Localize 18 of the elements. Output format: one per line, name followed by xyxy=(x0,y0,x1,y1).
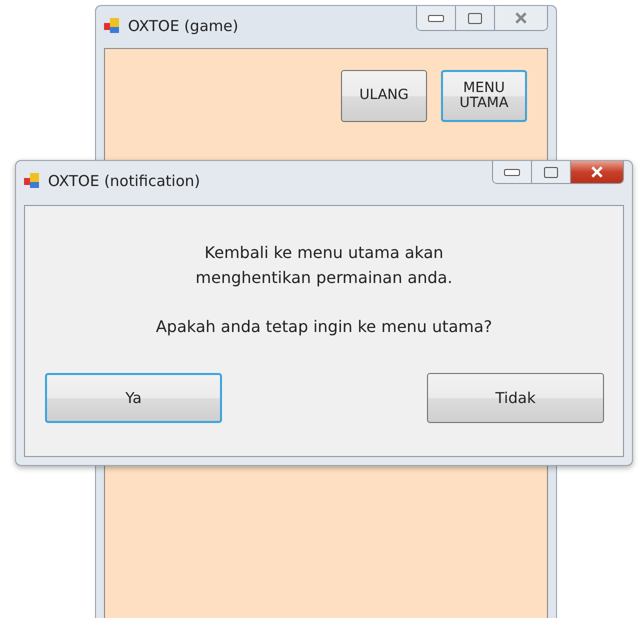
close-icon xyxy=(514,12,528,24)
button[interactable]: Tidak xyxy=(427,373,604,423)
close-button[interactable] xyxy=(571,161,623,183)
maximize-button[interactable] xyxy=(532,161,571,183)
button[interactable]: ULANG xyxy=(341,70,427,122)
minimize-button[interactable] xyxy=(493,161,532,183)
minimize-button[interactable] xyxy=(417,6,456,30)
window-title: OXTOE (notification) xyxy=(48,172,202,190)
button[interactable]: Ya xyxy=(45,373,222,423)
close-button[interactable] xyxy=(495,6,547,30)
app-icon xyxy=(104,18,120,34)
app-icon xyxy=(24,173,40,189)
button[interactable]: MENU UTAMA xyxy=(441,70,527,122)
message-text: Kembali ke menu utama akan menghentikan permainan anda. xyxy=(196,242,452,289)
window-title: OXTOE (game) xyxy=(128,17,240,35)
maximize-button[interactable] xyxy=(456,6,495,30)
message-text: Apakah anda tetap ingin ke menu utama? xyxy=(156,316,492,338)
close-icon xyxy=(590,166,604,178)
